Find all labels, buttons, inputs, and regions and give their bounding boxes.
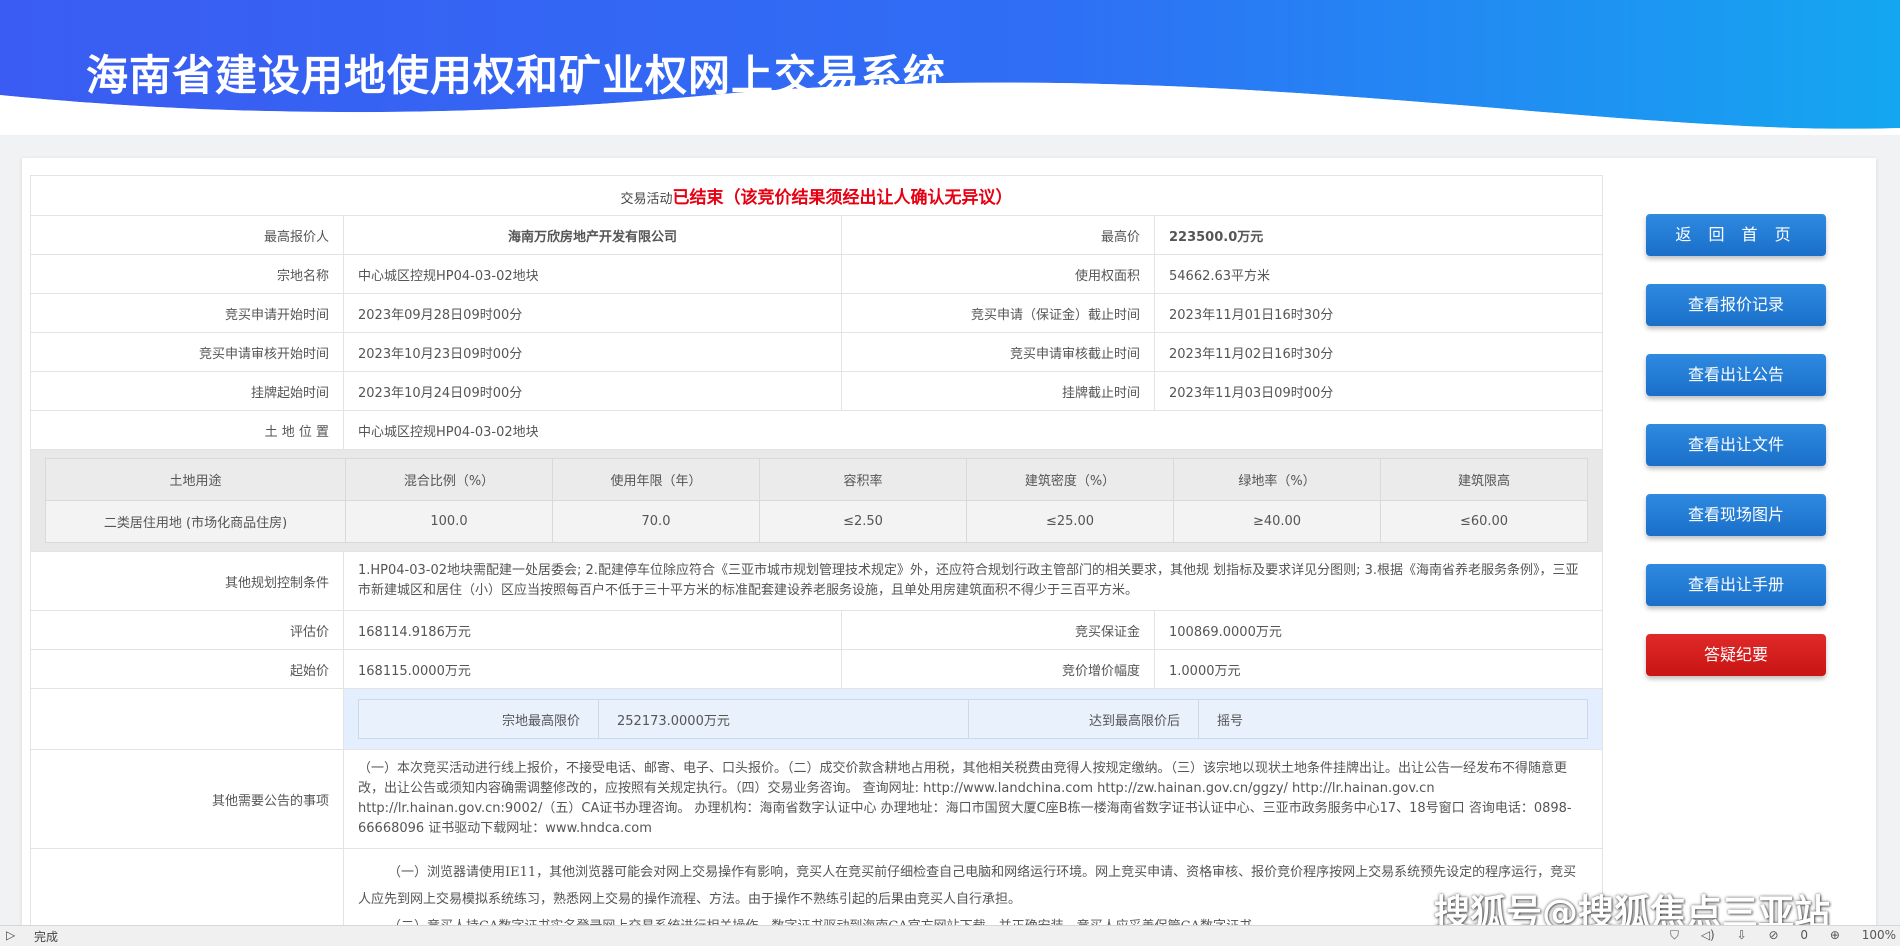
auction-detail-table: 交易活动已结束（该竞价结果须经出让人确认无异议） 最高报价人 海南万欣房地产开发… — [29, 175, 1604, 925]
far-value: ≤2.50 — [759, 500, 967, 543]
home-button[interactable]: 返 回 首 页 — [1646, 214, 1826, 256]
increment-value: 1.0000万元 — [1153, 649, 1604, 689]
listing-end-label: 挂牌截止时间 — [841, 371, 1155, 411]
mix-ratio-header: 混合比例（%） — [345, 458, 553, 501]
after-limit-label: 达到最高限价后 — [968, 699, 1199, 739]
trade-status: 交易活动已结束（该竞价结果须经出让人确认无异议） — [29, 175, 1604, 216]
height-limit-header: 建筑限高 — [1379, 458, 1589, 501]
review-end-value: 2023年11月02日16时30分 — [1153, 332, 1604, 372]
top-price-label: 最高价 — [841, 215, 1155, 255]
apply-start-label: 竞买申请开始时间 — [30, 293, 344, 333]
location-value: 中心城区控规HP04-03-02地块 — [342, 410, 1604, 450]
assess-price-value: 168114.9186万元 — [343, 610, 842, 650]
density-header: 建筑密度（%） — [966, 458, 1174, 501]
land-use-header: 土地用途 — [45, 458, 346, 501]
term-years-header: 使用年限（年） — [552, 458, 760, 501]
green-ratio-header: 绿地率（%） — [1173, 458, 1381, 501]
parcel-name-label: 宗地名称 — [30, 254, 344, 294]
blocked-icon[interactable]: ⊘ 0 — [1768, 928, 1808, 942]
review-end-label: 竞买申请审核截止时间 — [841, 332, 1155, 372]
price-limit-table: 宗地最高限价 252173.0000万元 达到最高限价后 摇号 — [358, 699, 1589, 739]
location-label: 土 地 位 置 — [30, 410, 344, 450]
start-price-label: 起始价 — [30, 649, 344, 689]
download-icon[interactable]: ⇩ — [1737, 928, 1747, 942]
shield-icon[interactable]: ⛉ — [1670, 928, 1679, 942]
header-banner: 海南省建设用地使用权和矿业权网上交易系统 — [0, 0, 1900, 135]
parcel-name-value: 中心城区控规HP04-03-02地块 — [343, 254, 842, 294]
planning-label: 其他规划控制条件 — [30, 551, 344, 611]
notice-block: （一）浏览器请使用IE11，其他浏览器可能会对网上交易操作有影响，竞买人在竞买前… — [342, 848, 1604, 925]
start-price-value: 168115.0000万元 — [343, 649, 842, 689]
notice-paragraph-1: （一）浏览器请使用IE11，其他浏览器可能会对网上交易操作有影响，竞买人在竞买前… — [358, 865, 1577, 907]
review-start-value: 2023年10月23日09时00分 — [343, 332, 842, 372]
top-bidder-label: 最高报价人 — [30, 215, 344, 255]
deposit-label: 竞买保证金 — [841, 610, 1155, 650]
deposit-value: 100869.0000万元 — [1153, 610, 1604, 650]
price-limit-section: 宗地最高限价 252173.0000万元 达到最高限价后 摇号 — [342, 688, 1604, 750]
limit-row-spacer — [30, 688, 344, 750]
notice-paragraph-2: （二）竞买人持CA数字证书实名登录网上交易系统进行相关操作，数字证书驱动到海南C… — [358, 913, 1588, 925]
land-use-value: 二类居住用地 (市场化商品住房) — [45, 500, 346, 543]
increment-label: 竞价增价幅度 — [841, 649, 1155, 689]
site-photos-button[interactable]: 查看现场图片 — [1646, 494, 1826, 536]
apply-end-value: 2023年11月01日16时30分 — [1153, 293, 1604, 333]
max-limit-label: 宗地最高限价 — [358, 699, 599, 739]
announcement-button[interactable]: 查看出让公告 — [1646, 354, 1826, 396]
status-text-done: 完成 — [34, 930, 59, 944]
area-value: 54662.63平方米 — [1153, 254, 1604, 294]
land-use-table: 土地用途 混合比例（%） 使用年限（年） 容积率 建筑密度（%） 绿地率（%） … — [45, 458, 1589, 543]
density-value: ≤25.00 — [966, 500, 1174, 543]
zoom-icon[interactable]: ⊕ 100% — [1830, 928, 1896, 942]
notice-spacer — [30, 848, 344, 925]
speaker-icon[interactable]: ◁) — [1701, 928, 1715, 942]
review-start-label: 竞买申请审核开始时间 — [30, 332, 344, 372]
mix-ratio-value: 100.0 — [345, 500, 553, 543]
listing-start-label: 挂牌起始时间 — [30, 371, 344, 411]
planning-text: 1.HP04-03-02地块需配建一处居委会; 2.配建停车位除应符合《三亚市城… — [342, 551, 1604, 611]
land-use-section: 土地用途 混合比例（%） 使用年限（年） 容积率 建筑密度（%） 绿地率（%） … — [29, 449, 1604, 552]
assess-price-label: 评估价 — [30, 610, 344, 650]
listing-end-value: 2023年11月03日09时00分 — [1153, 371, 1604, 411]
listing-start-value: 2023年10月24日09时00分 — [343, 371, 842, 411]
status-text: 已结束（该竞价结果须经出让人确认无异议） — [672, 188, 1013, 208]
other-matters-label: 其他需要公告的事项 — [30, 749, 344, 849]
term-years-value: 70.0 — [552, 500, 760, 543]
top-bidder-value: 海南万欣房地产开发有限公司 — [343, 215, 842, 255]
apply-end-label: 竞买申请（保证金）截止时间 — [841, 293, 1155, 333]
far-header: 容积率 — [759, 458, 967, 501]
top-price-value: 223500.0万元 — [1153, 215, 1604, 255]
auction-detail-card: 交易活动已结束（该竞价结果须经出让人确认无异议） 最高报价人 海南万欣房地产开发… — [22, 158, 1876, 925]
height-limit-value: ≤60.00 — [1379, 500, 1589, 543]
other-matters-text: （一）本次竞买活动进行线上报价，不接受电话、邮寄、电子、口头报价。（二）成交价款… — [342, 749, 1604, 849]
green-ratio-value: ≥40.00 — [1173, 500, 1381, 543]
after-limit-value: 摇号 — [1197, 699, 1589, 739]
documents-button[interactable]: 查看出让文件 — [1646, 424, 1826, 466]
system-title: 海南省建设用地使用权和矿业权网上交易系统 — [86, 51, 947, 100]
manual-button[interactable]: 查看出让手册 — [1646, 564, 1826, 606]
page-icon: ▷ — [6, 928, 16, 942]
faq-button[interactable]: 答疑纪要 — [1646, 634, 1826, 676]
max-limit-value: 252173.0000万元 — [598, 699, 969, 739]
apply-start-value: 2023年09月28日09时00分 — [343, 293, 842, 333]
bid-records-button[interactable]: 查看报价记录 — [1646, 284, 1826, 326]
blocked-count: 0 — [1800, 928, 1808, 942]
area-label: 使用权面积 — [841, 254, 1155, 294]
browser-statusbar: ▷ 完成 ⛉ ◁) ⇩ ⊘ 0 ⊕ 100% — [0, 925, 1900, 946]
zoom-level: 100% — [1861, 928, 1896, 942]
status-prefix: 交易活动 — [620, 192, 673, 207]
